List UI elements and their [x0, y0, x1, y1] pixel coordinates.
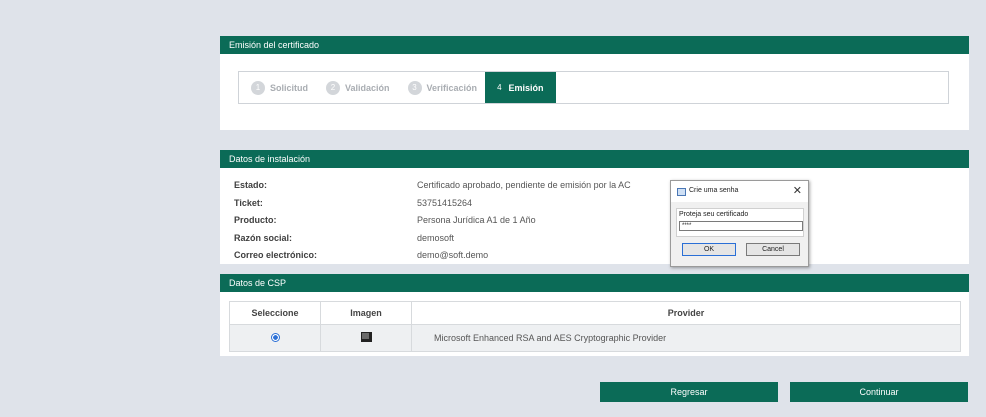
continue-button[interactable]: Continuar — [790, 382, 968, 402]
ok-button[interactable]: OK — [682, 243, 736, 256]
table-header-row: Seleccione Imagen Provider — [229, 301, 961, 325]
column-header-provider: Provider — [411, 301, 961, 325]
column-header-seleccione: Seleccione — [229, 301, 321, 325]
info-row-ticket: Ticket: 53751415264 — [234, 198, 934, 216]
csp-table: Seleccione Imagen Provider Microsoft Enh… — [229, 301, 961, 352]
dialog-titlebar[interactable]: Crie uma senha ✕ — [671, 181, 808, 202]
password-input[interactable]: **** — [679, 221, 803, 231]
provider-cell: Microsoft Enhanced RSA and AES Cryptogra… — [411, 324, 961, 352]
csp-header: Datos de CSP — [220, 274, 969, 292]
image-cell — [320, 324, 412, 352]
close-icon[interactable]: ✕ — [793, 184, 802, 197]
info-value: demo@soft.demo — [417, 250, 489, 260]
dialog-group-label: Proteja seu certificado — [679, 211, 749, 218]
step-label: Solicitud — [270, 82, 308, 93]
select-cell — [229, 324, 321, 352]
step-number: 2 — [326, 80, 340, 95]
cancel-button[interactable]: Cancel — [746, 243, 800, 256]
info-row-estado: Estado: Certificado aprobado, pendiente … — [234, 180, 934, 198]
info-value: demosoft — [417, 232, 455, 243]
step-label: Validación — [345, 82, 390, 93]
computer-icon — [360, 332, 372, 342]
step-number: 4 — [497, 83, 502, 92]
step-emision[interactable]: 4 Emisión — [485, 72, 556, 103]
info-value: Persona Jurídica A1 de 1 Año — [417, 215, 536, 225]
table-row[interactable]: Microsoft Enhanced RSA and AES Cryptogra… — [229, 324, 961, 352]
window-icon — [677, 188, 686, 196]
step-verificacion[interactable]: 3 Verificación — [396, 72, 484, 103]
info-label: Ticket: — [234, 197, 263, 208]
step-solicitud[interactable]: 1 Solicitud — [239, 72, 314, 103]
info-row-correo: Correo electrónico: demo@soft.demo — [234, 250, 934, 268]
dialog-title: Crie uma senha — [689, 187, 739, 194]
info-value: Certificado aprobado, pendiente de emisi… — [417, 180, 631, 190]
instalacion-header: Datos de instalación — [220, 150, 969, 168]
step-label: Verificación — [426, 82, 478, 93]
step-label: Emisión — [508, 82, 544, 93]
info-label: Correo electrónico: — [234, 250, 318, 260]
dialog-group: Proteja seu certificado **** — [676, 208, 804, 237]
info-label: Razón social: — [234, 232, 293, 243]
instalacion-card: Datos de instalación Estado: Certificado… — [220, 150, 969, 264]
info-label: Estado: — [234, 180, 268, 190]
provider-radio[interactable] — [270, 332, 280, 342]
step-number: 3 — [407, 80, 422, 95]
stepper: 1 Solicitud 2 Validación 3 Verificación … — [238, 71, 949, 104]
emision-card: Emisión del certificado 1 Solicitud 2 Va… — [220, 36, 969, 130]
column-header-imagen: Imagen — [320, 301, 412, 325]
step-validacion[interactable]: 2 Validación — [314, 72, 396, 103]
csp-card: Datos de CSP Seleccione Imagen Provider — [220, 274, 969, 356]
installation-info: Estado: Certificado aprobado, pendiente … — [234, 180, 934, 268]
back-button[interactable]: Regresar — [600, 382, 778, 402]
info-value: 53751415264 — [417, 197, 473, 208]
info-label: Producto: — [234, 215, 277, 225]
emision-header: Emisión del certificado — [220, 36, 969, 54]
info-row-producto: Producto: Persona Jurídica A1 de 1 Año — [234, 215, 934, 233]
password-dialog: Crie uma senha ✕ Proteja seu certificado… — [670, 180, 809, 267]
step-number: 1 — [251, 80, 265, 95]
info-row-razon-social: Razón social: demosoft — [234, 233, 934, 251]
